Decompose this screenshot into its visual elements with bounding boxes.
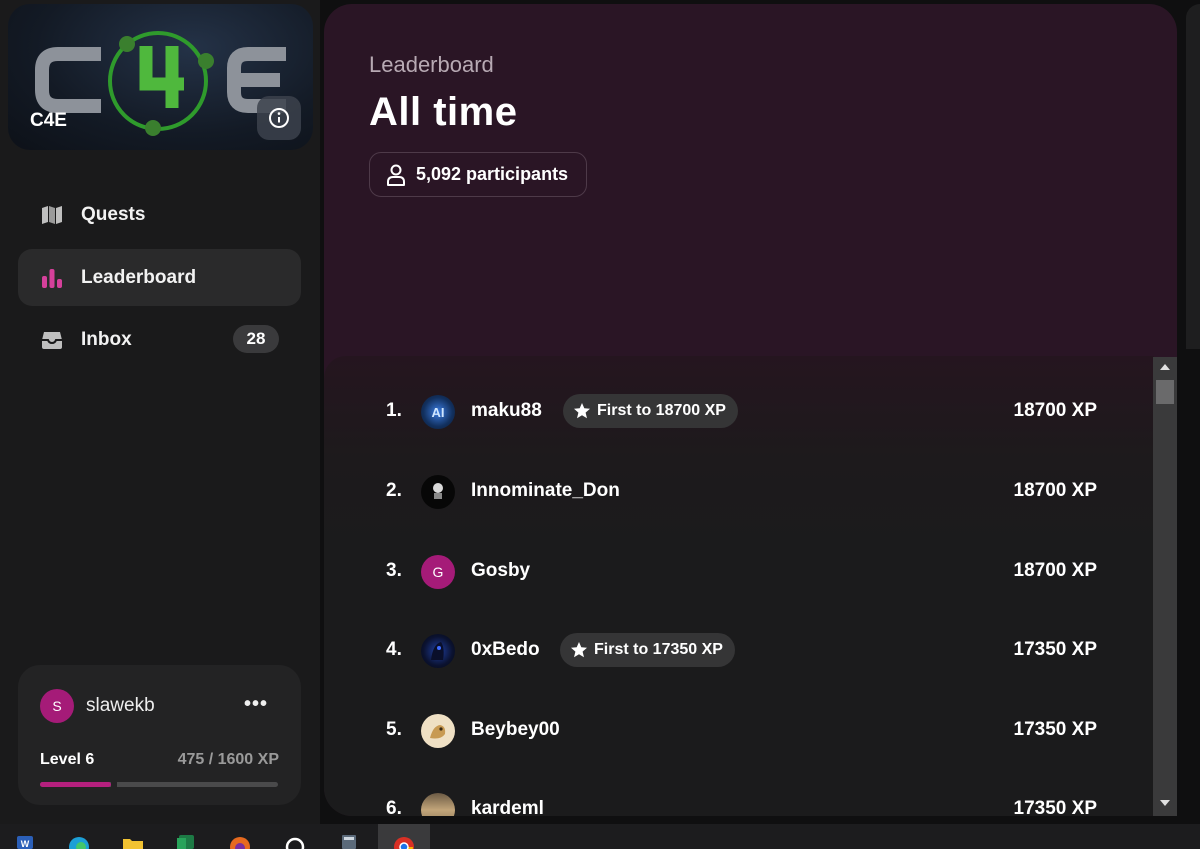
sidebar-item-quests[interactable]: Quests	[18, 186, 301, 243]
sidebar-item-inbox[interactable]: Inbox 28	[18, 311, 301, 368]
page-title: All time	[369, 90, 518, 134]
scrollbar-thumb[interactable]	[1156, 380, 1174, 404]
player-score: 18700 XP	[1013, 400, 1097, 421]
leaderboard-row[interactable]: 5. Beybey00 17350 XP	[324, 711, 1154, 751]
leaderboard-row[interactable]: 4. 0xBedo First to 17350 XP 17350 XP	[324, 631, 1154, 671]
badge-label: First to 18700 XP	[597, 402, 726, 419]
rank-number: 1.	[386, 400, 402, 421]
main-panel: Leaderboard All time 5,092 participants …	[324, 4, 1177, 816]
rank-number: 3.	[386, 560, 402, 581]
more-options-button[interactable]: •••	[244, 693, 268, 716]
file-explorer-icon[interactable]	[122, 834, 144, 849]
adjacent-panel-edge	[1186, 4, 1200, 349]
participants-label: 5,092 participants	[416, 164, 569, 184]
bar-chart-icon	[40, 266, 64, 290]
avatar	[421, 634, 455, 668]
excel-icon[interactable]	[175, 834, 197, 849]
player-name: Gosby	[471, 560, 531, 581]
svg-text:W: W	[21, 839, 30, 849]
star-icon	[573, 402, 591, 420]
brand-banner: C4E	[8, 4, 313, 150]
taskbar: W	[0, 824, 1200, 849]
avatar	[421, 793, 455, 816]
inbox-icon	[40, 328, 64, 352]
xp-progress-fill	[40, 782, 111, 787]
player-name: Innominate_Don	[471, 480, 620, 501]
chrome-icon[interactable]	[393, 834, 415, 849]
calculator-icon[interactable]	[338, 834, 360, 849]
player-name: Beybey00	[471, 719, 560, 740]
rank-number: 5.	[386, 719, 402, 740]
xp-progress-gap	[111, 782, 117, 787]
achievement-badge: First to 18700 XP	[563, 394, 738, 428]
player-score: 18700 XP	[1013, 480, 1097, 501]
avatar: G	[421, 555, 455, 589]
leaderboard-row[interactable]: 3. G Gosby 18700 XP	[324, 552, 1154, 592]
star-icon	[570, 641, 588, 659]
firefox-icon[interactable]	[229, 834, 251, 849]
achievement-badge: First to 17350 XP	[560, 633, 735, 667]
player-score: 17350 XP	[1013, 719, 1097, 740]
scroll-down-arrow-icon[interactable]	[1155, 796, 1175, 810]
avatar: AI	[421, 395, 455, 429]
user-name: slawekb	[86, 695, 155, 716]
edge-icon[interactable]	[68, 834, 90, 849]
user-icon	[386, 164, 406, 186]
app-icon[interactable]	[284, 834, 306, 849]
page-subtitle: Leaderboard	[369, 52, 494, 77]
leaderboard-list: 1. AI maku88 First to 18700 XP 18700 XP …	[324, 356, 1154, 816]
rank-number: 4.	[386, 639, 402, 660]
player-name: maku88	[471, 400, 542, 421]
inbox-count-badge: 28	[233, 325, 279, 353]
svg-text:AI: AI	[432, 405, 445, 420]
word-icon[interactable]: W	[14, 834, 36, 849]
badge-label: First to 17350 XP	[594, 641, 723, 658]
player-name: 0xBedo	[471, 639, 540, 660]
player-name: kardeml	[471, 798, 544, 816]
leaderboard-row[interactable]: 1. AI maku88 First to 18700 XP 18700 XP	[324, 392, 1154, 432]
sidebar: C4E Quests Leaderboard Inbox 28 S slawek…	[0, 0, 320, 824]
leaderboard-row[interactable]: 6. kardeml 17350 XP	[324, 790, 1154, 816]
avatar: S	[40, 689, 74, 723]
user-card: S slawekb ••• Level 6 475 / 1600 XP	[18, 665, 301, 805]
sidebar-item-label: Quests	[81, 203, 146, 225]
info-icon	[269, 108, 289, 128]
scrollbar[interactable]	[1153, 357, 1177, 816]
leaderboard-row[interactable]: 2. Innominate_Don 18700 XP	[324, 472, 1154, 512]
user-xp: 475 / 1600 XP	[177, 751, 279, 768]
player-score: 17350 XP	[1013, 798, 1097, 816]
info-button[interactable]	[257, 96, 301, 140]
avatar	[421, 475, 455, 509]
rank-number: 6.	[386, 798, 402, 816]
xp-progress-bar	[40, 782, 278, 787]
scroll-up-arrow-icon[interactable]	[1155, 360, 1175, 374]
participants-count: 5,092 participants	[369, 152, 588, 197]
sidebar-item-label: Inbox	[81, 328, 132, 350]
user-level: Level 6	[40, 751, 95, 768]
player-score: 18700 XP	[1013, 560, 1097, 581]
player-score: 17350 XP	[1013, 639, 1097, 660]
sidebar-item-leaderboard[interactable]: Leaderboard	[18, 249, 301, 306]
rank-number: 2.	[386, 480, 402, 501]
sidebar-item-label: Leaderboard	[81, 266, 197, 288]
brand-name: C4E	[30, 110, 67, 131]
avatar	[421, 714, 455, 748]
map-icon	[40, 203, 64, 227]
